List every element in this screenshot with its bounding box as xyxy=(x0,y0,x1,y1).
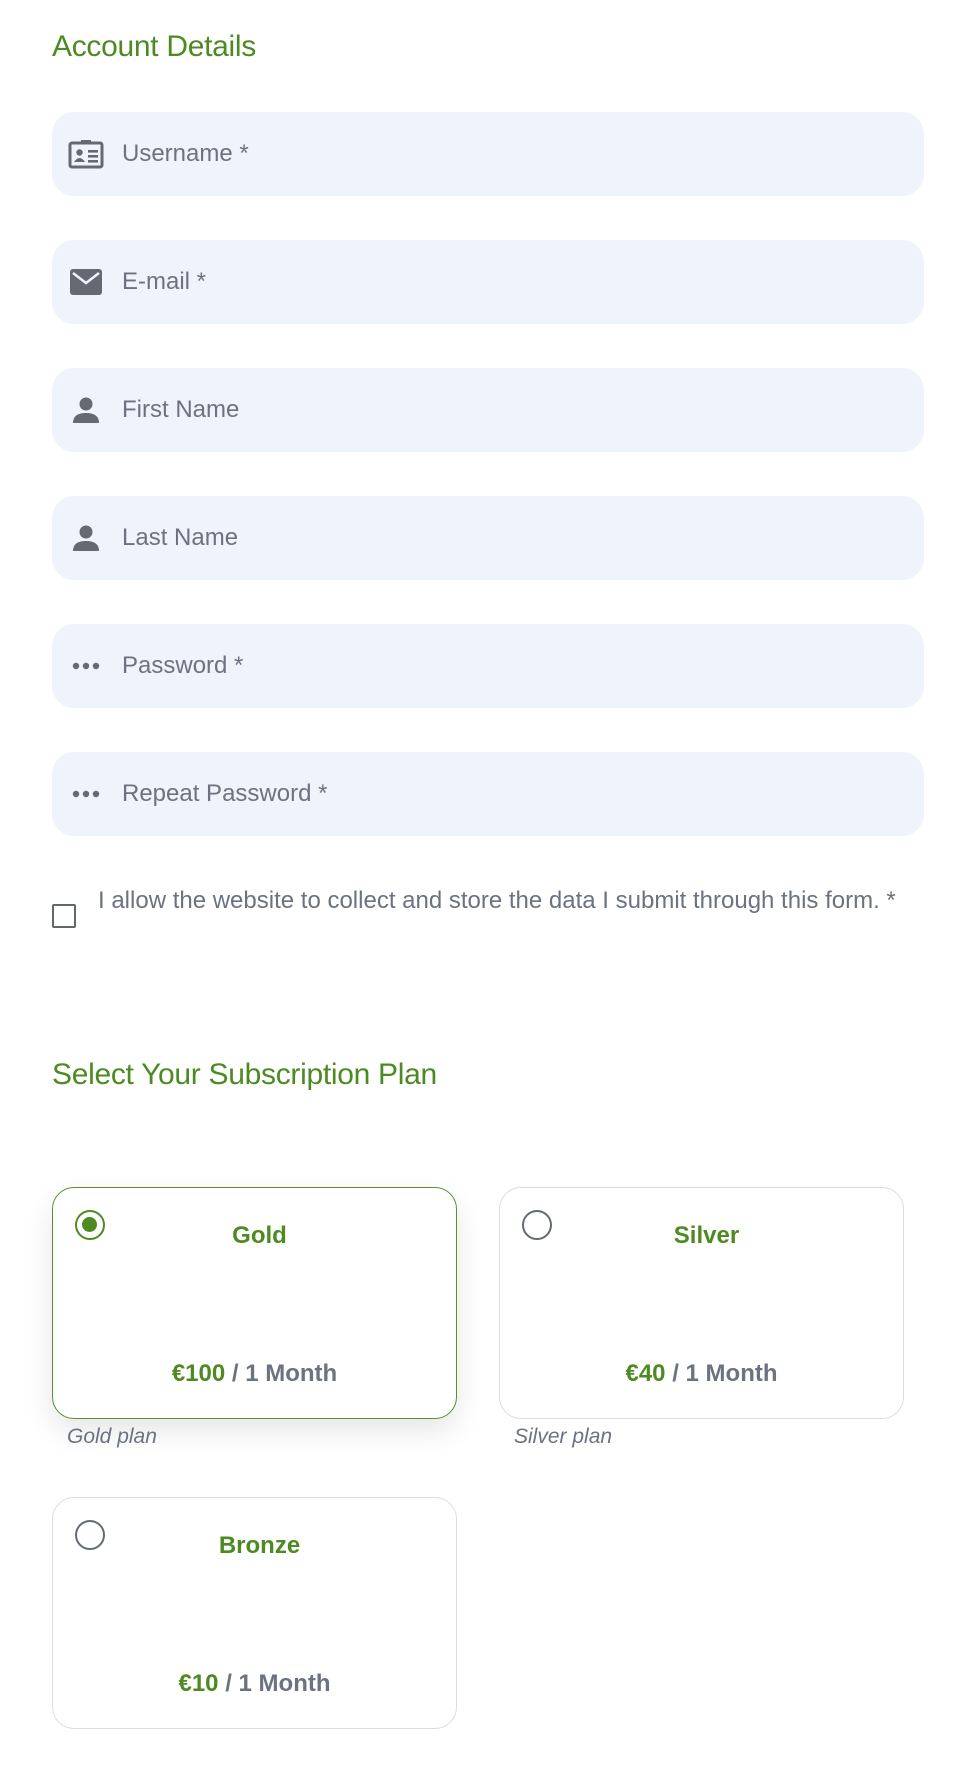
repeat-password-field[interactable] xyxy=(52,752,924,836)
account-details-heading: Account Details xyxy=(52,30,256,63)
plan-period: / 1 Month xyxy=(218,1670,331,1697)
subscription-heading: Select Your Subscription Plan xyxy=(52,1058,437,1091)
plan-card-silver[interactable]: Silver €40 / 1 Month xyxy=(499,1187,904,1419)
user-icon xyxy=(68,520,104,556)
plan-amount: €40 xyxy=(625,1360,666,1387)
plan-caption-silver: Silver plan xyxy=(514,1425,613,1448)
plan-name: Gold xyxy=(232,1222,287,1249)
id-card-icon xyxy=(68,136,104,172)
plan-name: Silver xyxy=(673,1222,740,1249)
repeat-password-input[interactable] xyxy=(120,773,884,815)
username-input[interactable] xyxy=(120,133,884,175)
plan-card-bronze[interactable]: Bronze €10 / 1 Month xyxy=(52,1497,457,1729)
plan-period: / 1 Month xyxy=(665,1360,778,1387)
user-icon xyxy=(68,392,104,428)
email-input[interactable] xyxy=(120,261,884,303)
consent-label[interactable]: I allow the website to collect and store… xyxy=(98,886,898,916)
dots-icon xyxy=(68,648,104,684)
last-name-field[interactable] xyxy=(52,496,924,580)
plan-caption-gold: Gold plan xyxy=(67,1425,157,1448)
plan-price: €10 / 1 Month xyxy=(53,1670,456,1698)
last-name-input[interactable] xyxy=(120,517,884,559)
envelope-icon xyxy=(68,264,104,300)
password-field[interactable] xyxy=(52,624,924,708)
dots-icon xyxy=(68,776,104,812)
first-name-field[interactable] xyxy=(52,368,924,452)
plan-amount: €10 xyxy=(178,1670,219,1697)
consent-row: I allow the website to collect and store… xyxy=(52,886,924,928)
plan-card-gold[interactable]: Gold €100 / 1 Month xyxy=(52,1187,457,1419)
plan-price: €100 / 1 Month xyxy=(53,1360,456,1388)
plan-name: Bronze xyxy=(218,1532,301,1559)
first-name-input[interactable] xyxy=(120,389,884,431)
email-field[interactable] xyxy=(52,240,924,324)
plan-price: €40 / 1 Month xyxy=(500,1360,903,1388)
plan-amount: €100 xyxy=(171,1360,226,1387)
consent-checkbox[interactable] xyxy=(52,904,76,928)
plan-period: / 1 Month xyxy=(225,1360,338,1387)
password-input[interactable] xyxy=(120,645,884,687)
username-field[interactable] xyxy=(52,112,924,196)
